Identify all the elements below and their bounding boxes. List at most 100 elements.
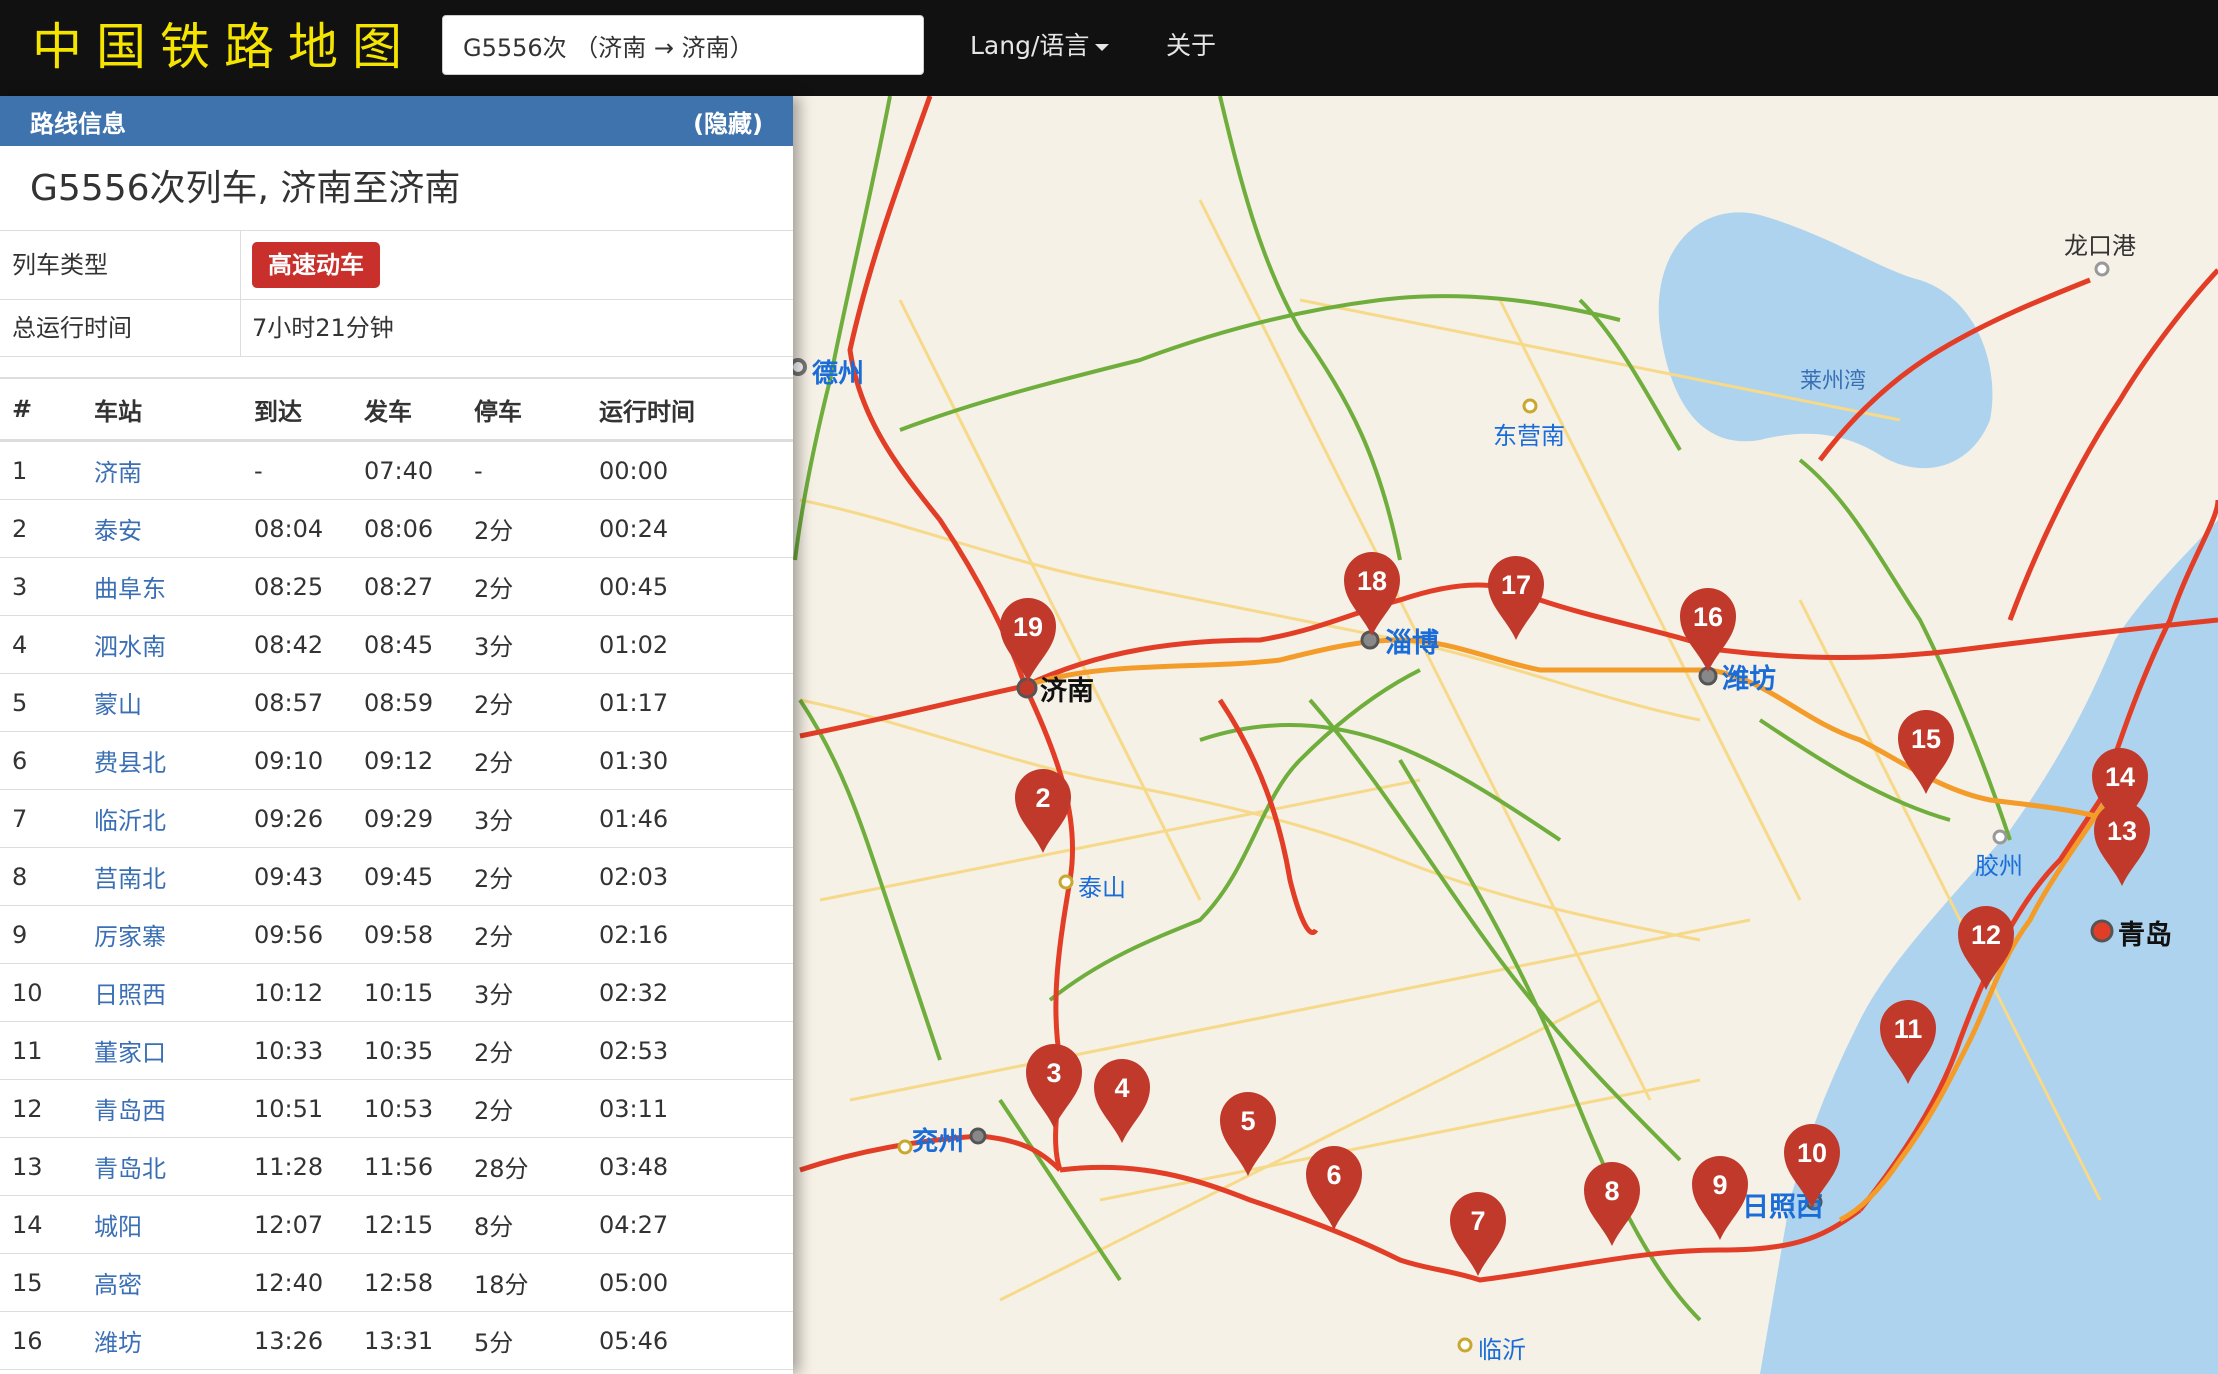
table-cell: 2分 <box>474 731 599 790</box>
table-row: 16 潍坊 13:26 13:31 5分 05:46 <box>0 1311 793 1370</box>
table-cell: 09:12 <box>364 731 474 790</box>
table-cell: 11:56 <box>364 1137 474 1196</box>
station-link[interactable]: 城阳 <box>94 1213 142 1241</box>
table-cell: 07:40 <box>364 440 474 500</box>
table-cell: 09:56 <box>254 905 364 964</box>
table-cell: 10:33 <box>254 1021 364 1080</box>
city-label: 胶州 <box>1975 852 2023 880</box>
table-cell: 7 <box>0 789 94 848</box>
route-marker[interactable]: 18 <box>1357 566 1387 596</box>
table-cell: 08:59 <box>364 673 474 732</box>
table-cell: 08:04 <box>254 499 364 558</box>
table-cell: 2分 <box>474 1021 599 1080</box>
table-cell: 13 <box>0 1137 94 1196</box>
route-marker[interactable]: 3 <box>1046 1058 1061 1088</box>
station-link[interactable]: 日照西 <box>94 981 166 1009</box>
table-cell: 03:11 <box>599 1079 793 1138</box>
city-label: 济南 <box>1040 676 1094 707</box>
station-link[interactable]: 蒙山 <box>94 691 142 719</box>
table-cell: 12:40 <box>254 1253 364 1312</box>
route-marker[interactable]: 5 <box>1240 1106 1255 1136</box>
table-cell: 5分 <box>474 1311 599 1370</box>
search-input[interactable] <box>442 15 924 75</box>
route-marker[interactable]: 6 <box>1326 1160 1341 1190</box>
route-marker[interactable]: 7 <box>1470 1206 1485 1236</box>
route-marker[interactable]: 4 <box>1114 1073 1129 1103</box>
table-row: 1 济南 -07:40-00:00 <box>0 440 793 500</box>
hide-panel-button[interactable]: (隐藏) <box>693 104 763 139</box>
table-cell: 28分 <box>474 1137 599 1196</box>
station-link[interactable]: 董家口 <box>94 1039 166 1067</box>
table-cell: 13:31 <box>364 1311 474 1370</box>
station-cell: 泰安 <box>94 499 254 558</box>
route-marker[interactable]: 2 <box>1035 783 1050 813</box>
table-cell: 2 <box>0 499 94 558</box>
table-cell: 11 <box>0 1021 94 1080</box>
station-link[interactable]: 青岛西 <box>94 1097 166 1125</box>
station-link[interactable]: 潍坊 <box>94 1329 142 1357</box>
route-marker[interactable]: 9 <box>1712 1170 1727 1200</box>
station-cell: 曲阜东 <box>94 557 254 616</box>
table-cell: 6 <box>0 731 94 790</box>
table-row: 8 莒南北 09:43 09:45 2分 02:03 <box>0 847 793 906</box>
route-marker[interactable]: 15 <box>1911 724 1941 754</box>
train-title: G5556次列车, 济南至济南 <box>0 146 793 231</box>
col-header: 到达 <box>254 378 364 442</box>
station-link[interactable]: 济南 <box>94 459 142 487</box>
station-link[interactable]: 青岛北 <box>94 1155 166 1183</box>
table-cell: 16 <box>0 1311 94 1370</box>
table-row: 7 临沂北 09:26 09:29 3分 01:46 <box>0 789 793 848</box>
station-cell: 泗水南 <box>94 615 254 674</box>
table-cell: 10:35 <box>364 1021 474 1080</box>
route-marker[interactable]: 17 <box>1501 570 1531 600</box>
duration-value: 7小时21分钟 <box>252 314 394 342</box>
station-cell: 高密 <box>94 1253 254 1312</box>
table-cell: 18分 <box>474 1253 599 1312</box>
lang-dropdown[interactable]: Lang/语言 <box>970 26 1110 66</box>
route-marker[interactable]: 16 <box>1693 602 1723 632</box>
station-cell: 青岛北 <box>94 1137 254 1196</box>
station-cell: 潍坊 <box>94 1311 254 1370</box>
route-marker[interactable]: 12 <box>1971 920 2001 950</box>
train-type-row: 列车类型 高速动车 <box>0 231 793 300</box>
table-cell: 08:45 <box>364 615 474 674</box>
route-marker[interactable]: 19 <box>1013 612 1043 642</box>
table-cell: 12:58 <box>364 1253 474 1312</box>
table-cell: 2分 <box>474 499 599 558</box>
table-cell: 3分 <box>474 789 599 848</box>
table-cell: 11:28 <box>254 1137 364 1196</box>
route-marker[interactable]: 10 <box>1797 1138 1827 1168</box>
station-link[interactable]: 莒南北 <box>94 865 166 893</box>
station-link[interactable]: 临沂北 <box>94 807 166 835</box>
table-cell: 08:57 <box>254 673 364 732</box>
table-cell: 3分 <box>474 615 599 674</box>
route-info-panel: 路线信息 (隐藏) G5556次列车, 济南至济南 列车类型 高速动车 总运行时… <box>0 96 793 1374</box>
city-label: 青岛 <box>2118 919 2172 951</box>
stations-table: # 车站 到达 发车 停车 运行时间 1 济南 -07:40-00:00 2 泰安 08:… <box>0 377 793 1370</box>
route-marker[interactable]: 14 <box>2105 762 2135 792</box>
station-link[interactable]: 泗水南 <box>94 633 166 661</box>
station-link[interactable]: 费县北 <box>94 749 166 777</box>
table-cell: 08:27 <box>364 557 474 616</box>
route-marker[interactable]: 8 <box>1604 1176 1619 1206</box>
station-link[interactable]: 泰安 <box>94 517 142 545</box>
table-row: 12 青岛西 10:51 10:53 2分 03:11 <box>0 1079 793 1138</box>
station-link[interactable]: 高密 <box>94 1271 142 1299</box>
table-cell: 13:26 <box>254 1311 364 1370</box>
table-cell: 3分 <box>474 963 599 1022</box>
table-cell: 00:00 <box>599 440 793 500</box>
city-label: 淄博 <box>1385 627 1439 659</box>
about-link[interactable]: 关于 <box>1166 26 1216 66</box>
table-row: 9 厉家寨 09:56 09:58 2分 02:16 <box>0 905 793 964</box>
route-marker[interactable]: 11 <box>1894 1014 1923 1044</box>
table-cell: 00:45 <box>599 557 793 616</box>
station-cell: 董家口 <box>94 1021 254 1080</box>
table-cell: 10:53 <box>364 1079 474 1138</box>
panel-header: 路线信息 (隐藏) <box>0 96 793 146</box>
station-link[interactable]: 曲阜东 <box>94 575 166 603</box>
station-link[interactable]: 厉家寨 <box>94 923 166 951</box>
station-cell: 临沂北 <box>94 789 254 848</box>
station-cell: 日照西 <box>94 963 254 1022</box>
table-cell: 05:46 <box>599 1311 793 1370</box>
brand-logo[interactable]: 中国铁路地图 <box>32 12 416 82</box>
